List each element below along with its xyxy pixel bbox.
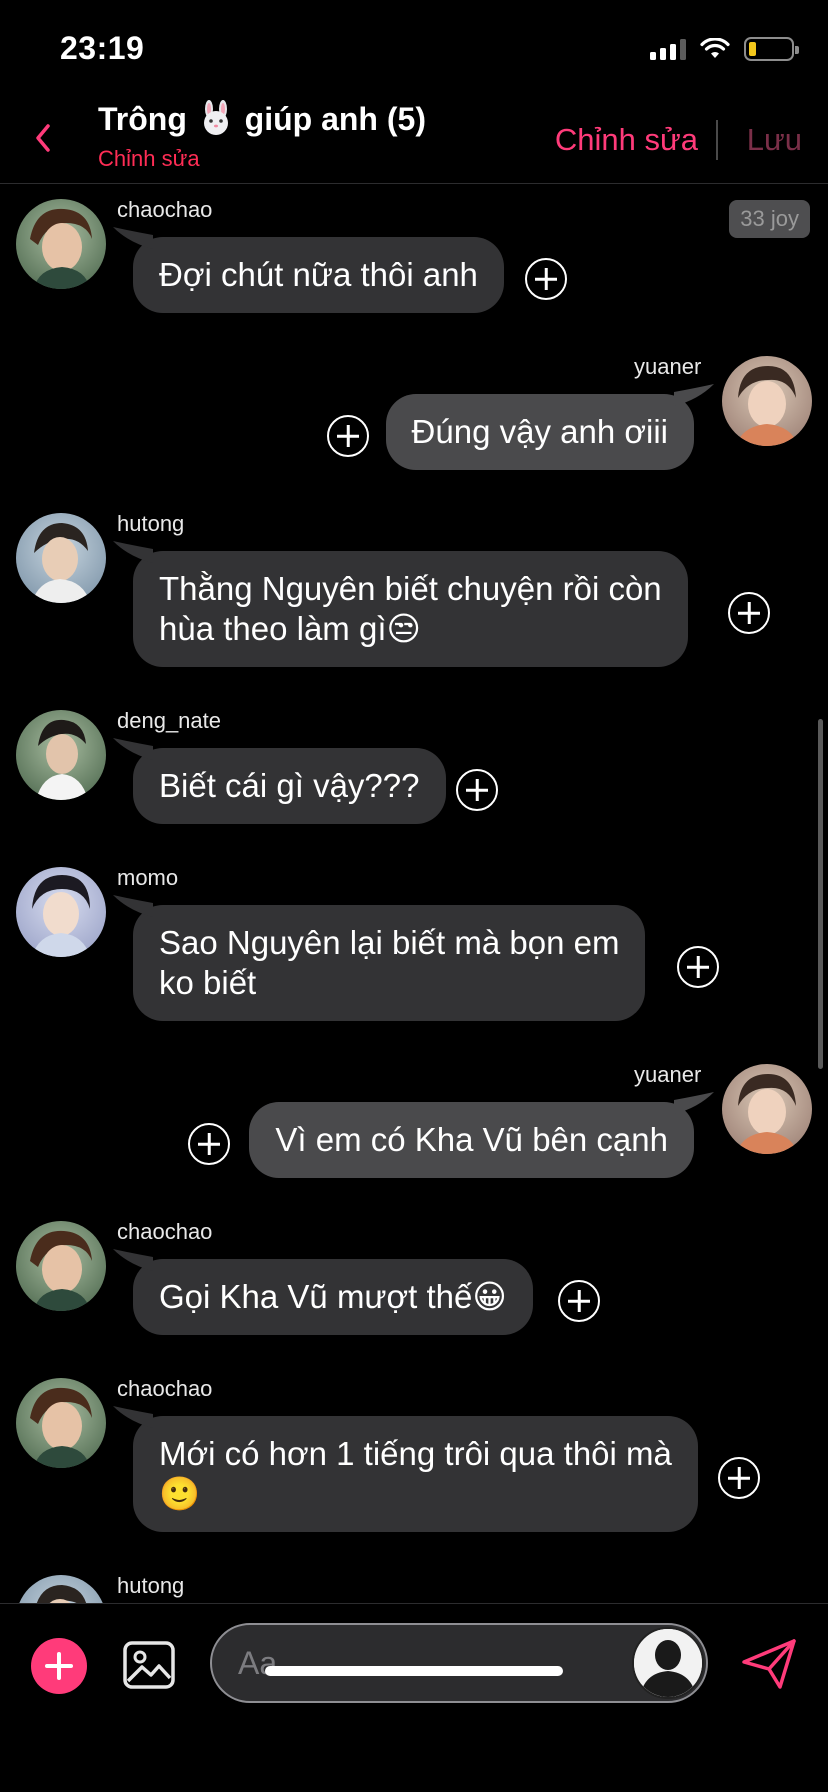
chat-title-prefix: Trông <box>98 101 187 137</box>
message-bubble[interactable]: Đợi chút nữa thôi anh <box>113 227 504 313</box>
message-text-line: 🙂 <box>159 1475 201 1512</box>
bubble-tail <box>113 227 153 249</box>
message-bubble[interactable]: Gọi Kha Vũ mượt thế😀 <box>113 1249 533 1335</box>
message-username: hutong <box>117 511 185 536</box>
status-icons <box>650 34 799 64</box>
add-reaction-icon[interactable] <box>525 258 567 300</box>
message-text: Sao Nguyên lại biết mà bọn em ko biết <box>133 905 646 1021</box>
bubble-tail <box>674 1092 714 1114</box>
avatar-chaochao[interactable] <box>16 199 106 289</box>
bubble-tail <box>113 541 153 563</box>
message-username: chaochao <box>117 1376 213 1401</box>
status-bar: 23:19 <box>0 0 828 96</box>
message-text: Thằng Nguyên biết chuyện rồi còn hùa the… <box>133 551 688 667</box>
chat-title-block[interactable]: Trông giúp anh (5) Chỉnh sửa <box>98 100 426 172</box>
add-reaction-icon[interactable] <box>558 1280 600 1322</box>
cellular-signal-icon <box>650 38 686 60</box>
message-text: Vì em có Kha Vũ bên cạnh <box>249 1102 694 1178</box>
message-list[interactable]: 33 joy chaochao Đợi chút nữa thôi anh yu… <box>0 185 828 1603</box>
avatar-chaochao[interactable] <box>16 1378 106 1468</box>
message-text: Biết cái gì vậy??? <box>133 748 446 824</box>
bubble-tail <box>113 1406 153 1428</box>
chat-title: Trông giúp anh (5) <box>98 100 426 138</box>
message-text: Đúng vậy anh ơiii <box>385 394 694 470</box>
message-input-box <box>210 1623 708 1703</box>
home-indicator[interactable] <box>265 1666 563 1676</box>
message-text-line: ko biết <box>159 964 257 1001</box>
add-reaction-icon[interactable] <box>327 415 369 457</box>
message-bubble[interactable]: Vì em có Kha Vũ bên cạnh <box>249 1092 714 1178</box>
chat-title-suffix: giúp anh (5) <box>244 101 426 137</box>
save-button[interactable]: Lưu <box>747 122 802 158</box>
composer-toolbar <box>0 1603 828 1792</box>
message-username: yuaner <box>634 1062 702 1087</box>
bubble-tail <box>113 738 153 760</box>
add-reaction-icon[interactable] <box>718 1457 760 1499</box>
message-username: deng_nate <box>117 708 221 733</box>
header-divider <box>716 120 718 160</box>
add-reaction-icon[interactable] <box>188 1123 230 1165</box>
message-bubble[interactable]: Mới có hơn 1 tiếng trôi qua thôi mà 🙂 <box>113 1406 698 1532</box>
joy-badge[interactable]: 33 joy <box>729 200 810 238</box>
message-bubble[interactable]: Sao Nguyên lại biết mà bọn em ko biết <box>113 895 646 1021</box>
battery-icon <box>744 37 799 61</box>
avatar-deng-nate[interactable] <box>16 710 106 800</box>
add-reaction-icon[interactable] <box>728 592 770 634</box>
message-text: Mới có hơn 1 tiếng trôi qua thôi mà 🙂 <box>133 1416 698 1532</box>
back-chevron-icon[interactable] <box>28 118 58 158</box>
message-input[interactable] <box>238 1625 618 1701</box>
bubble-tail <box>674 384 714 406</box>
avatar-hutong[interactable] <box>16 513 106 603</box>
avatar-momo[interactable] <box>16 867 106 957</box>
avatar-yuaner[interactable] <box>722 1064 812 1154</box>
image-picker-icon[interactable] <box>122 1638 176 1692</box>
send-icon[interactable] <box>740 1638 798 1690</box>
bubble-tail <box>113 895 153 917</box>
avatar-yuaner[interactable] <box>722 356 812 446</box>
scrollbar[interactable] <box>818 719 823 1069</box>
message-text-line: hùa theo làm gì😒 <box>159 610 421 647</box>
status-time: 23:19 <box>60 30 145 66</box>
edit-button[interactable]: Chỉnh sửa <box>555 122 698 158</box>
message-text: Đợi chút nữa thôi anh <box>133 237 504 313</box>
add-attachment-button[interactable] <box>31 1638 87 1694</box>
message-text-line: Mới có hơn 1 tiếng trôi qua thôi mà <box>159 1435 672 1472</box>
bubble-tail <box>113 1249 153 1271</box>
message-bubble[interactable]: Thằng Nguyên biết chuyện rồi còn hùa the… <box>113 541 688 667</box>
wifi-icon <box>700 38 730 58</box>
message-username: chaochao <box>117 1219 213 1244</box>
message-username: momo <box>117 865 179 890</box>
message-text: Gọi Kha Vũ mượt thế😀 <box>133 1259 533 1335</box>
rabbit-face-icon <box>203 100 228 135</box>
message-text-line: Sao Nguyên lại biết mà bọn em <box>159 924 620 961</box>
message-bubble[interactable]: Đúng vậy anh ơiii <box>385 384 714 470</box>
message-username: chaochao <box>117 197 213 222</box>
message-text-line: Thằng Nguyên biết chuyện rồi còn <box>159 570 662 607</box>
chat-subtitle[interactable]: Chỉnh sửa <box>98 146 426 172</box>
avatar-hutong[interactable] <box>16 1575 106 1603</box>
add-reaction-icon[interactable] <box>456 769 498 811</box>
message-bubble[interactable]: Biết cái gì vậy??? <box>113 738 446 824</box>
message-username: yuaner <box>634 354 702 379</box>
add-reaction-icon[interactable] <box>677 946 719 988</box>
avatar-chaochao[interactable] <box>16 1221 106 1311</box>
message-username: hutong <box>117 1573 185 1598</box>
voice-avatar-icon[interactable] <box>632 1627 704 1699</box>
chat-header: Trông giúp anh (5) Chỉnh sửa Chỉnh sửa L… <box>0 96 828 184</box>
